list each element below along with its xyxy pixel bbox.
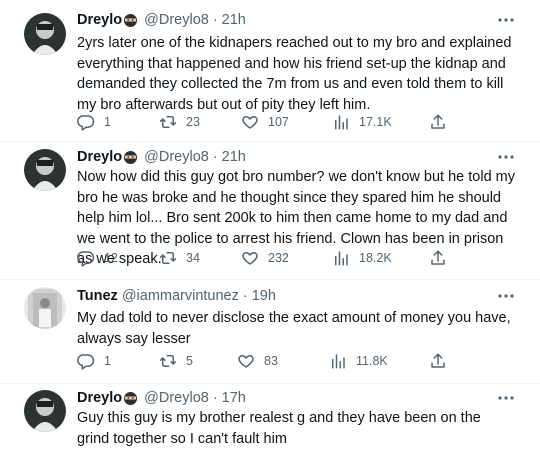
timestamp[interactable]: 17h: [222, 390, 246, 406]
like-button[interactable]: 232: [241, 248, 289, 268]
views-count: 17.1K: [359, 115, 392, 129]
reply-count: 1: [104, 115, 111, 129]
reply-button[interactable]: 12: [77, 248, 118, 268]
more-options-icon[interactable]: [496, 289, 516, 303]
reply-icon: [77, 354, 95, 370]
tweet-header: Dreylo @Dreylo8 · 21h: [77, 10, 246, 30]
ninja-emoji-icon: [123, 13, 138, 28]
like-button[interactable]: 83: [237, 351, 278, 371]
action-bar: 1 5 83 11.8K: [77, 351, 457, 371]
retweet-button[interactable]: 23: [159, 112, 200, 132]
retweet-count: 34: [186, 251, 200, 265]
reply-icon: [77, 115, 95, 131]
share-icon: [431, 250, 445, 265]
share-icon: [431, 114, 445, 129]
retweet-icon: [159, 355, 177, 367]
views-count: 18.2K: [359, 251, 392, 265]
retweet-icon: [159, 116, 177, 128]
tweet-header: Tunez @iammarvintunez · 19h: [77, 286, 276, 306]
divider: [0, 279, 540, 280]
retweet-button[interactable]: 5: [159, 351, 193, 371]
handle[interactable]: @Dreylo8: [144, 12, 209, 28]
views-chart-icon: [332, 354, 345, 369]
dot-separator: ·: [212, 149, 218, 165]
like-count: 83: [264, 354, 278, 368]
action-bar: 1 23 107 17.1K: [77, 112, 457, 132]
like-count: 107: [268, 115, 289, 129]
share-button[interactable]: [429, 248, 447, 268]
heart-icon: [242, 116, 258, 129]
dot-separator: ·: [242, 288, 248, 304]
tweet-text: My dad told to never disclose the exact …: [77, 310, 511, 347]
ninja-emoji-icon: [123, 150, 138, 165]
share-icon: [431, 353, 445, 368]
timestamp[interactable]: 21h: [222, 149, 246, 165]
handle[interactable]: @iammarvintunez: [122, 288, 239, 304]
reply-button[interactable]: 1: [77, 112, 111, 132]
heart-icon: [238, 355, 254, 368]
ninja-emoji-icon: [123, 391, 138, 406]
avatar[interactable]: [24, 390, 66, 432]
views-button[interactable]: 18.2K: [332, 248, 392, 268]
reply-icon: [77, 251, 95, 267]
retweet-button[interactable]: 34: [159, 248, 200, 268]
retweet-count: 23: [186, 115, 200, 129]
more-options-icon[interactable]: [496, 13, 516, 27]
like-button[interactable]: 107: [241, 112, 289, 132]
reply-button[interactable]: 1: [77, 351, 111, 371]
avatar[interactable]: [24, 149, 66, 191]
display-name[interactable]: Tunez: [77, 288, 118, 304]
avatar[interactable]: [24, 13, 66, 55]
tweet-text: 2yrs later one of the kidnapers reached …: [77, 35, 512, 113]
timestamp[interactable]: 19h: [252, 288, 276, 304]
more-options-icon[interactable]: [496, 150, 516, 164]
retweet-count: 5: [186, 354, 193, 368]
views-chart-icon: [335, 115, 348, 130]
views-chart-icon: [335, 251, 348, 266]
divider: [0, 383, 540, 384]
timestamp[interactable]: 21h: [222, 12, 246, 28]
avatar[interactable]: [24, 287, 66, 329]
divider: [0, 141, 540, 142]
share-button[interactable]: [429, 351, 447, 371]
more-options-icon[interactable]: [496, 391, 516, 405]
views-count: 11.8K: [356, 354, 388, 368]
views-button[interactable]: 17.1K: [332, 112, 392, 132]
action-bar: 12 34 232 18.2K: [77, 248, 457, 268]
tweet-header: Dreylo @Dreylo8 · 21h: [77, 147, 246, 167]
reply-count: 1: [104, 354, 111, 368]
like-count: 232: [268, 251, 289, 265]
views-button[interactable]: 11.8K: [329, 351, 388, 371]
tweet-header: Dreylo @Dreylo8 · 17h: [77, 388, 246, 408]
heart-icon: [242, 252, 258, 265]
handle[interactable]: @Dreylo8: [144, 149, 209, 165]
retweet-icon: [159, 252, 177, 264]
reply-count: 12: [104, 251, 118, 265]
display-name[interactable]: Dreylo: [77, 12, 122, 28]
display-name[interactable]: Dreylo: [77, 390, 122, 406]
tweet-text: Guy this guy is my brother realest g and…: [77, 410, 481, 447]
dot-separator: ·: [212, 390, 218, 406]
display-name[interactable]: Dreylo: [77, 149, 122, 165]
share-button[interactable]: [429, 112, 447, 132]
dot-separator: ·: [212, 12, 218, 28]
handle[interactable]: @Dreylo8: [144, 390, 209, 406]
